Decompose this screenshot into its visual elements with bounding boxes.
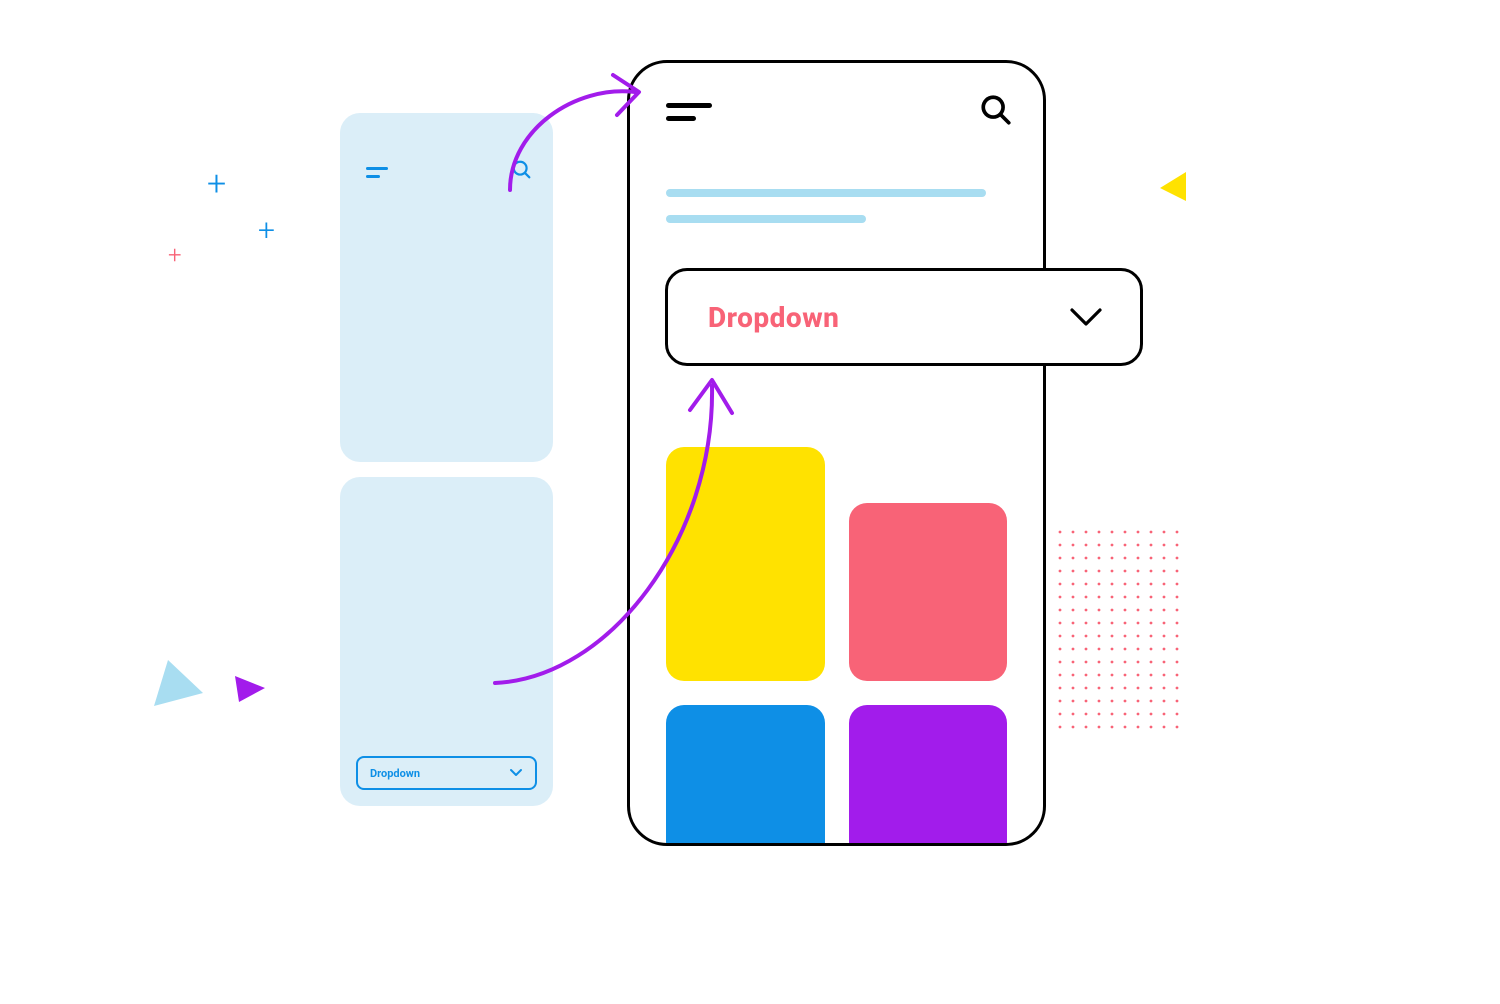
menu-icon — [366, 167, 388, 178]
menu-icon[interactable] — [666, 103, 712, 121]
plus-icon: + — [207, 167, 226, 201]
content-tile[interactable] — [849, 503, 1008, 681]
chevron-down-icon — [509, 768, 523, 778]
arrow-icon — [480, 368, 740, 698]
triangle-icon — [232, 670, 268, 706]
content-tile[interactable] — [849, 705, 1008, 846]
chevron-down-icon — [1066, 304, 1106, 330]
illustration-stage: + + + Dropdown — [0, 0, 1500, 1004]
dropdown-select[interactable]: Dropdown — [665, 268, 1143, 366]
search-icon[interactable] — [979, 93, 1013, 127]
triangle-icon — [150, 653, 210, 713]
dropdown-select[interactable]: Dropdown — [356, 756, 537, 790]
dot-grid-decoration — [1058, 530, 1188, 730]
triangle-icon — [1150, 168, 1190, 208]
text-placeholder-lines — [666, 189, 986, 223]
dropdown-label: Dropdown — [370, 767, 420, 780]
content-tile[interactable] — [666, 705, 825, 846]
plus-icon: + — [258, 216, 275, 246]
dropdown-label: Dropdown — [708, 301, 839, 334]
arrow-icon — [495, 60, 655, 200]
plus-icon: + — [168, 243, 182, 267]
